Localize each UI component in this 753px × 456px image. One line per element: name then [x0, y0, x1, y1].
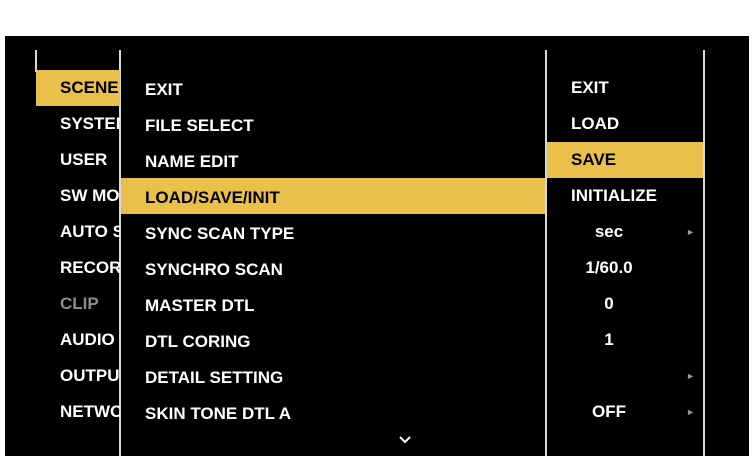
submenu-label: MASTER DTL	[145, 296, 255, 315]
action-item-save[interactable]: SAVE	[547, 142, 703, 178]
submenu-item-dtl-coring[interactable]: DTL CORING	[121, 322, 545, 358]
right-frame	[749, 0, 753, 456]
main-menu-item-clip: CLIP	[36, 286, 120, 322]
submenu-label: SYNC SCAN TYPE	[145, 224, 295, 243]
submenu-label: EXIT	[145, 80, 183, 99]
chevron-down-icon[interactable]	[398, 433, 412, 447]
submenu-item-skin-tone-dtl-a[interactable]: SKIN TONE DTL A	[121, 394, 545, 430]
submenu-label: FILE SELECT	[145, 116, 254, 135]
value-label: 0	[604, 294, 614, 313]
camera-menu-screen: SCENE SYSTEM USER SW MODE AUTO SW RECORD…	[0, 0, 753, 456]
value-sync-scan-type: sec ►	[547, 214, 695, 250]
triangle-right-icon: ►	[686, 227, 695, 237]
main-menu-item-recording[interactable]: RECORDING	[36, 250, 120, 286]
menu-label: AUTO SW	[60, 222, 120, 241]
submenu-label: SKIN TONE DTL A	[145, 404, 292, 423]
value-dtl-coring: 1	[547, 322, 671, 358]
separator-left	[35, 50, 37, 72]
main-menu-item-sw-mode[interactable]: SW MODE	[36, 178, 120, 214]
separator-right	[703, 50, 705, 456]
menu-label: SCENE	[60, 78, 119, 97]
action-label: LOAD	[571, 114, 620, 133]
menu-label: USER	[60, 150, 108, 169]
scene-submenu: EXIT FILE SELECT NAME EDIT LOAD/SAVE/INI…	[121, 70, 545, 430]
menu-label: OUTPUT	[60, 366, 120, 385]
value-label: 1/60.0	[585, 258, 633, 277]
action-item-initialize[interactable]: INITIALIZE	[547, 178, 703, 214]
menu-label: SW MODE	[60, 186, 120, 205]
main-menu-item-output[interactable]: OUTPUT	[36, 358, 120, 394]
value-label: OFF	[592, 402, 626, 421]
main-menu-item-scene[interactable]: SCENE	[36, 70, 120, 106]
submenu-item-synchro-scan[interactable]: SYNCHRO SCAN	[121, 250, 545, 286]
main-menu-item-network[interactable]: NETWORK	[36, 394, 120, 430]
value-synchro-scan: 1/60.0	[547, 250, 671, 286]
submenu-label: NAME EDIT	[145, 152, 239, 171]
submenu-label: DTL CORING	[145, 332, 251, 351]
value-label: 1	[604, 330, 614, 349]
main-menu-item-auto-sw[interactable]: AUTO SW	[36, 214, 120, 250]
submenu-item-master-dtl[interactable]: MASTER DTL	[121, 286, 545, 322]
submenu-label: LOAD/SAVE/INIT	[145, 188, 280, 207]
main-menu-item-audio[interactable]: AUDIO	[36, 322, 120, 358]
top-frame	[0, 0, 753, 36]
submenu-item-detail-setting[interactable]: DETAIL SETTING	[121, 358, 545, 394]
action-column: EXIT LOAD SAVE INITIALIZE sec ► 1/60.0 0 …	[547, 70, 703, 430]
menu-label: AUDIO	[60, 330, 115, 349]
value-label: sec	[594, 222, 624, 241]
value-skin-tone-dtl-a: OFF ►	[547, 394, 695, 430]
value-detail-setting: ►	[547, 358, 695, 394]
menu-label: CLIP	[60, 294, 99, 313]
action-item-load[interactable]: LOAD	[547, 106, 703, 142]
left-frame	[0, 0, 5, 456]
submenu-item-name-edit[interactable]: NAME EDIT	[121, 142, 545, 178]
triangle-right-icon: ►	[686, 407, 695, 417]
submenu-item-exit[interactable]: EXIT	[121, 70, 545, 106]
submenu-item-file-select[interactable]: FILE SELECT	[121, 106, 545, 142]
value-master-dtl: 0	[547, 286, 671, 322]
triangle-right-icon: ►	[686, 371, 695, 381]
main-menu: SCENE SYSTEM USER SW MODE AUTO SW RECORD…	[36, 70, 120, 430]
menu-label: SYSTEM	[60, 114, 120, 133]
action-label: INITIALIZE	[571, 186, 657, 205]
submenu-label: DETAIL SETTING	[145, 368, 284, 387]
action-item-exit[interactable]: EXIT	[547, 70, 703, 106]
main-menu-item-user[interactable]: USER	[36, 142, 120, 178]
menu-label: RECORDING	[60, 258, 120, 277]
menu-label: NETWORK	[60, 402, 120, 421]
submenu-item-sync-scan-type[interactable]: SYNC SCAN TYPE	[121, 214, 545, 250]
action-label: EXIT	[571, 78, 609, 97]
action-label: SAVE	[571, 150, 617, 169]
submenu-item-load-save-init[interactable]: LOAD/SAVE/INIT	[121, 178, 545, 214]
main-menu-item-system[interactable]: SYSTEM	[36, 106, 120, 142]
submenu-label: SYNCHRO SCAN	[145, 260, 283, 279]
